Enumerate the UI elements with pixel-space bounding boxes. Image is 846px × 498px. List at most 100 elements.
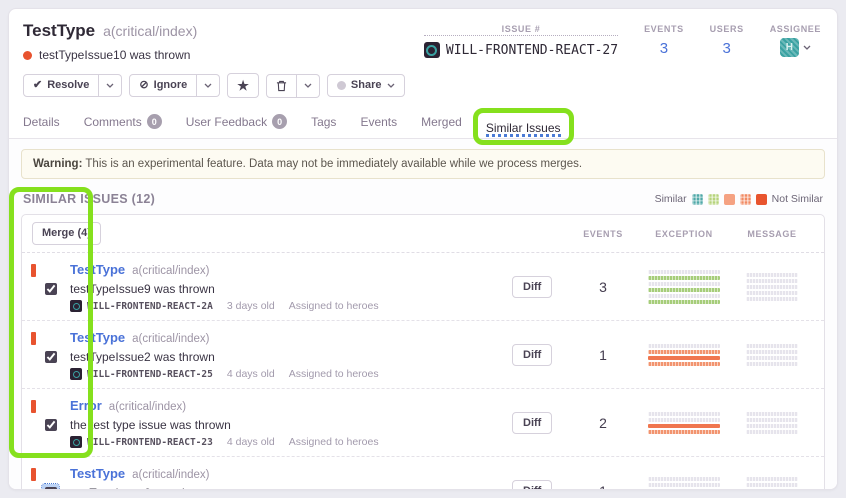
- similar-issues-section-title: SIMILAR ISSUES (12): [23, 192, 155, 206]
- similarity-bar-gray: [648, 418, 720, 422]
- legend-swatches: [692, 194, 767, 205]
- similarity-bar-gray: [648, 489, 720, 491]
- experimental-warning-banner: Warning: This is an experimental feature…: [21, 149, 825, 179]
- merge-checkbox-wrap-focused: [42, 484, 59, 490]
- similarity-bar-gray: [746, 418, 798, 422]
- issue-message: testTypeIssue9 was thrown: [70, 282, 512, 296]
- error-level-dot: [23, 51, 32, 60]
- tab-details[interactable]: Details: [23, 111, 60, 138]
- similarity-bar-green2: [708, 194, 719, 205]
- similarity-bar-gray: [746, 424, 798, 428]
- similarity-bar-gray: [746, 344, 798, 348]
- issue-detail-card: TestType a(critical/index) testTypeIssue…: [8, 8, 838, 490]
- merge-checkbox[interactable]: [45, 283, 57, 295]
- similarity-bar-gray: [746, 279, 798, 283]
- similar-issue-row: TestTypea(critical/index) testTypeIssue9…: [22, 253, 824, 321]
- similarity-bar-gray: [648, 344, 720, 348]
- events-count: 1: [568, 483, 638, 491]
- events-count: 3: [568, 279, 638, 295]
- issue-age: 4 days old: [227, 436, 275, 448]
- issue-link[interactable]: TestType: [70, 262, 125, 277]
- similarity-bar-gray: [648, 477, 720, 481]
- assignee-stat-label: ASSIGNEE: [770, 24, 821, 34]
- ignore-dropdown-button[interactable]: [197, 74, 220, 97]
- similarity-bar-green: [648, 276, 720, 280]
- resolve-dropdown-button[interactable]: [99, 74, 122, 97]
- similarity-bar-gray: [746, 356, 798, 360]
- issue-short-id[interactable]: WILL-FRONTEND-REACT-27: [446, 43, 618, 58]
- diff-button[interactable]: Diff: [512, 412, 552, 434]
- tab-tags[interactable]: Tags: [311, 111, 336, 138]
- diff-button[interactable]: Diff: [512, 480, 552, 491]
- tab-comments[interactable]: Comments0: [84, 110, 162, 138]
- merge-checkbox[interactable]: [45, 487, 57, 491]
- check-icon: ✔: [33, 80, 42, 91]
- table-toolbar: Merge (4) EVENTS EXCEPTION MESSAGE: [22, 215, 824, 253]
- exception-similarity-bars: [648, 412, 720, 434]
- message-similarity-bars: [746, 344, 798, 366]
- merge-checkbox-wrap: [42, 416, 59, 433]
- resolve-button[interactable]: ✔ Resolve: [23, 74, 99, 97]
- users-stat-label: USERS: [710, 24, 744, 34]
- merge-button[interactable]: Merge (4): [32, 222, 101, 245]
- similarity-bar-gray: [648, 483, 720, 487]
- tab-events[interactable]: Events: [360, 111, 397, 138]
- chevron-down-icon: [387, 83, 395, 88]
- similarity-bar-gray: [648, 412, 720, 416]
- issue-culprit: a(critical/index): [103, 23, 197, 39]
- exception-column-header: EXCEPTION: [638, 229, 730, 239]
- merge-checkbox[interactable]: [45, 419, 57, 431]
- delete-button[interactable]: [266, 74, 297, 98]
- similarity-bar-teal: [692, 194, 703, 205]
- issue-link[interactable]: TestType: [70, 330, 125, 345]
- ignore-button[interactable]: ⊘ Ignore: [129, 74, 197, 97]
- similar-issues-table: Merge (4) EVENTS EXCEPTION MESSAGE TestT…: [21, 214, 825, 490]
- tab-merged[interactable]: Merged: [421, 111, 462, 138]
- similarity-bar-gray: [746, 291, 798, 295]
- error-level-bar: [31, 400, 36, 413]
- similarity-bar-green: [648, 300, 720, 304]
- chevron-down-icon: [304, 83, 312, 88]
- star-icon: ★: [237, 79, 249, 92]
- exception-similarity-bars: [648, 344, 720, 366]
- legend-not-similar-label: Not Similar: [772, 193, 823, 205]
- similarity-bar-gray: [648, 270, 720, 274]
- chevron-down-icon[interactable]: [803, 45, 811, 50]
- comments-count-badge: 0: [147, 114, 162, 129]
- diff-button[interactable]: Diff: [512, 344, 552, 366]
- action-toolbar: ✔ Resolve ⊘ Ignore ★: [9, 62, 837, 98]
- similarity-bar-gray: [746, 483, 798, 487]
- similarity-bar-gray: [746, 350, 798, 354]
- similarity-bar-green: [648, 288, 720, 292]
- similarity-bar-red: [756, 194, 767, 205]
- issue-message: the test type issue was thrown: [70, 418, 512, 432]
- project-icon: [70, 368, 82, 380]
- mute-icon: ⊘: [139, 80, 148, 91]
- error-level-bar: [31, 264, 36, 277]
- issue-header: TestType a(critical/index) testTypeIssue…: [9, 9, 837, 62]
- similarity-bar-gray: [746, 273, 798, 277]
- delete-dropdown-button[interactable]: [297, 74, 320, 98]
- tab-similar-issues[interactable]: Similar Issues: [486, 117, 561, 138]
- bookmark-button[interactable]: ★: [227, 73, 259, 98]
- issue-stats: ISSUE # WILL-FRONTEND-REACT-27 EVENTS 3 …: [424, 21, 821, 62]
- events-count: 1: [568, 347, 638, 363]
- events-stat-label: EVENTS: [644, 24, 684, 34]
- tab-user-feedback[interactable]: User Feedback0: [186, 110, 287, 138]
- assignee-avatar[interactable]: H: [780, 38, 799, 57]
- issue-link[interactable]: TestType: [70, 466, 125, 481]
- share-button[interactable]: Share: [327, 74, 405, 97]
- events-column-header: EVENTS: [568, 229, 638, 239]
- similarity-bar-gray: [746, 477, 798, 481]
- merge-checkbox[interactable]: [45, 351, 57, 363]
- project-icon: [70, 300, 82, 312]
- error-level-bar: [31, 468, 36, 481]
- issue-message: testTypeIssue10 was thrown: [39, 48, 190, 62]
- events-stat-value[interactable]: 3: [644, 40, 684, 57]
- users-stat-value[interactable]: 3: [710, 40, 744, 57]
- issue-title: TestType: [23, 21, 95, 41]
- issue-assignee: Assigned to heroes: [289, 300, 379, 312]
- legend-similar-label: Similar: [655, 193, 687, 205]
- diff-button[interactable]: Diff: [512, 276, 552, 298]
- issue-link[interactable]: Error: [70, 398, 102, 413]
